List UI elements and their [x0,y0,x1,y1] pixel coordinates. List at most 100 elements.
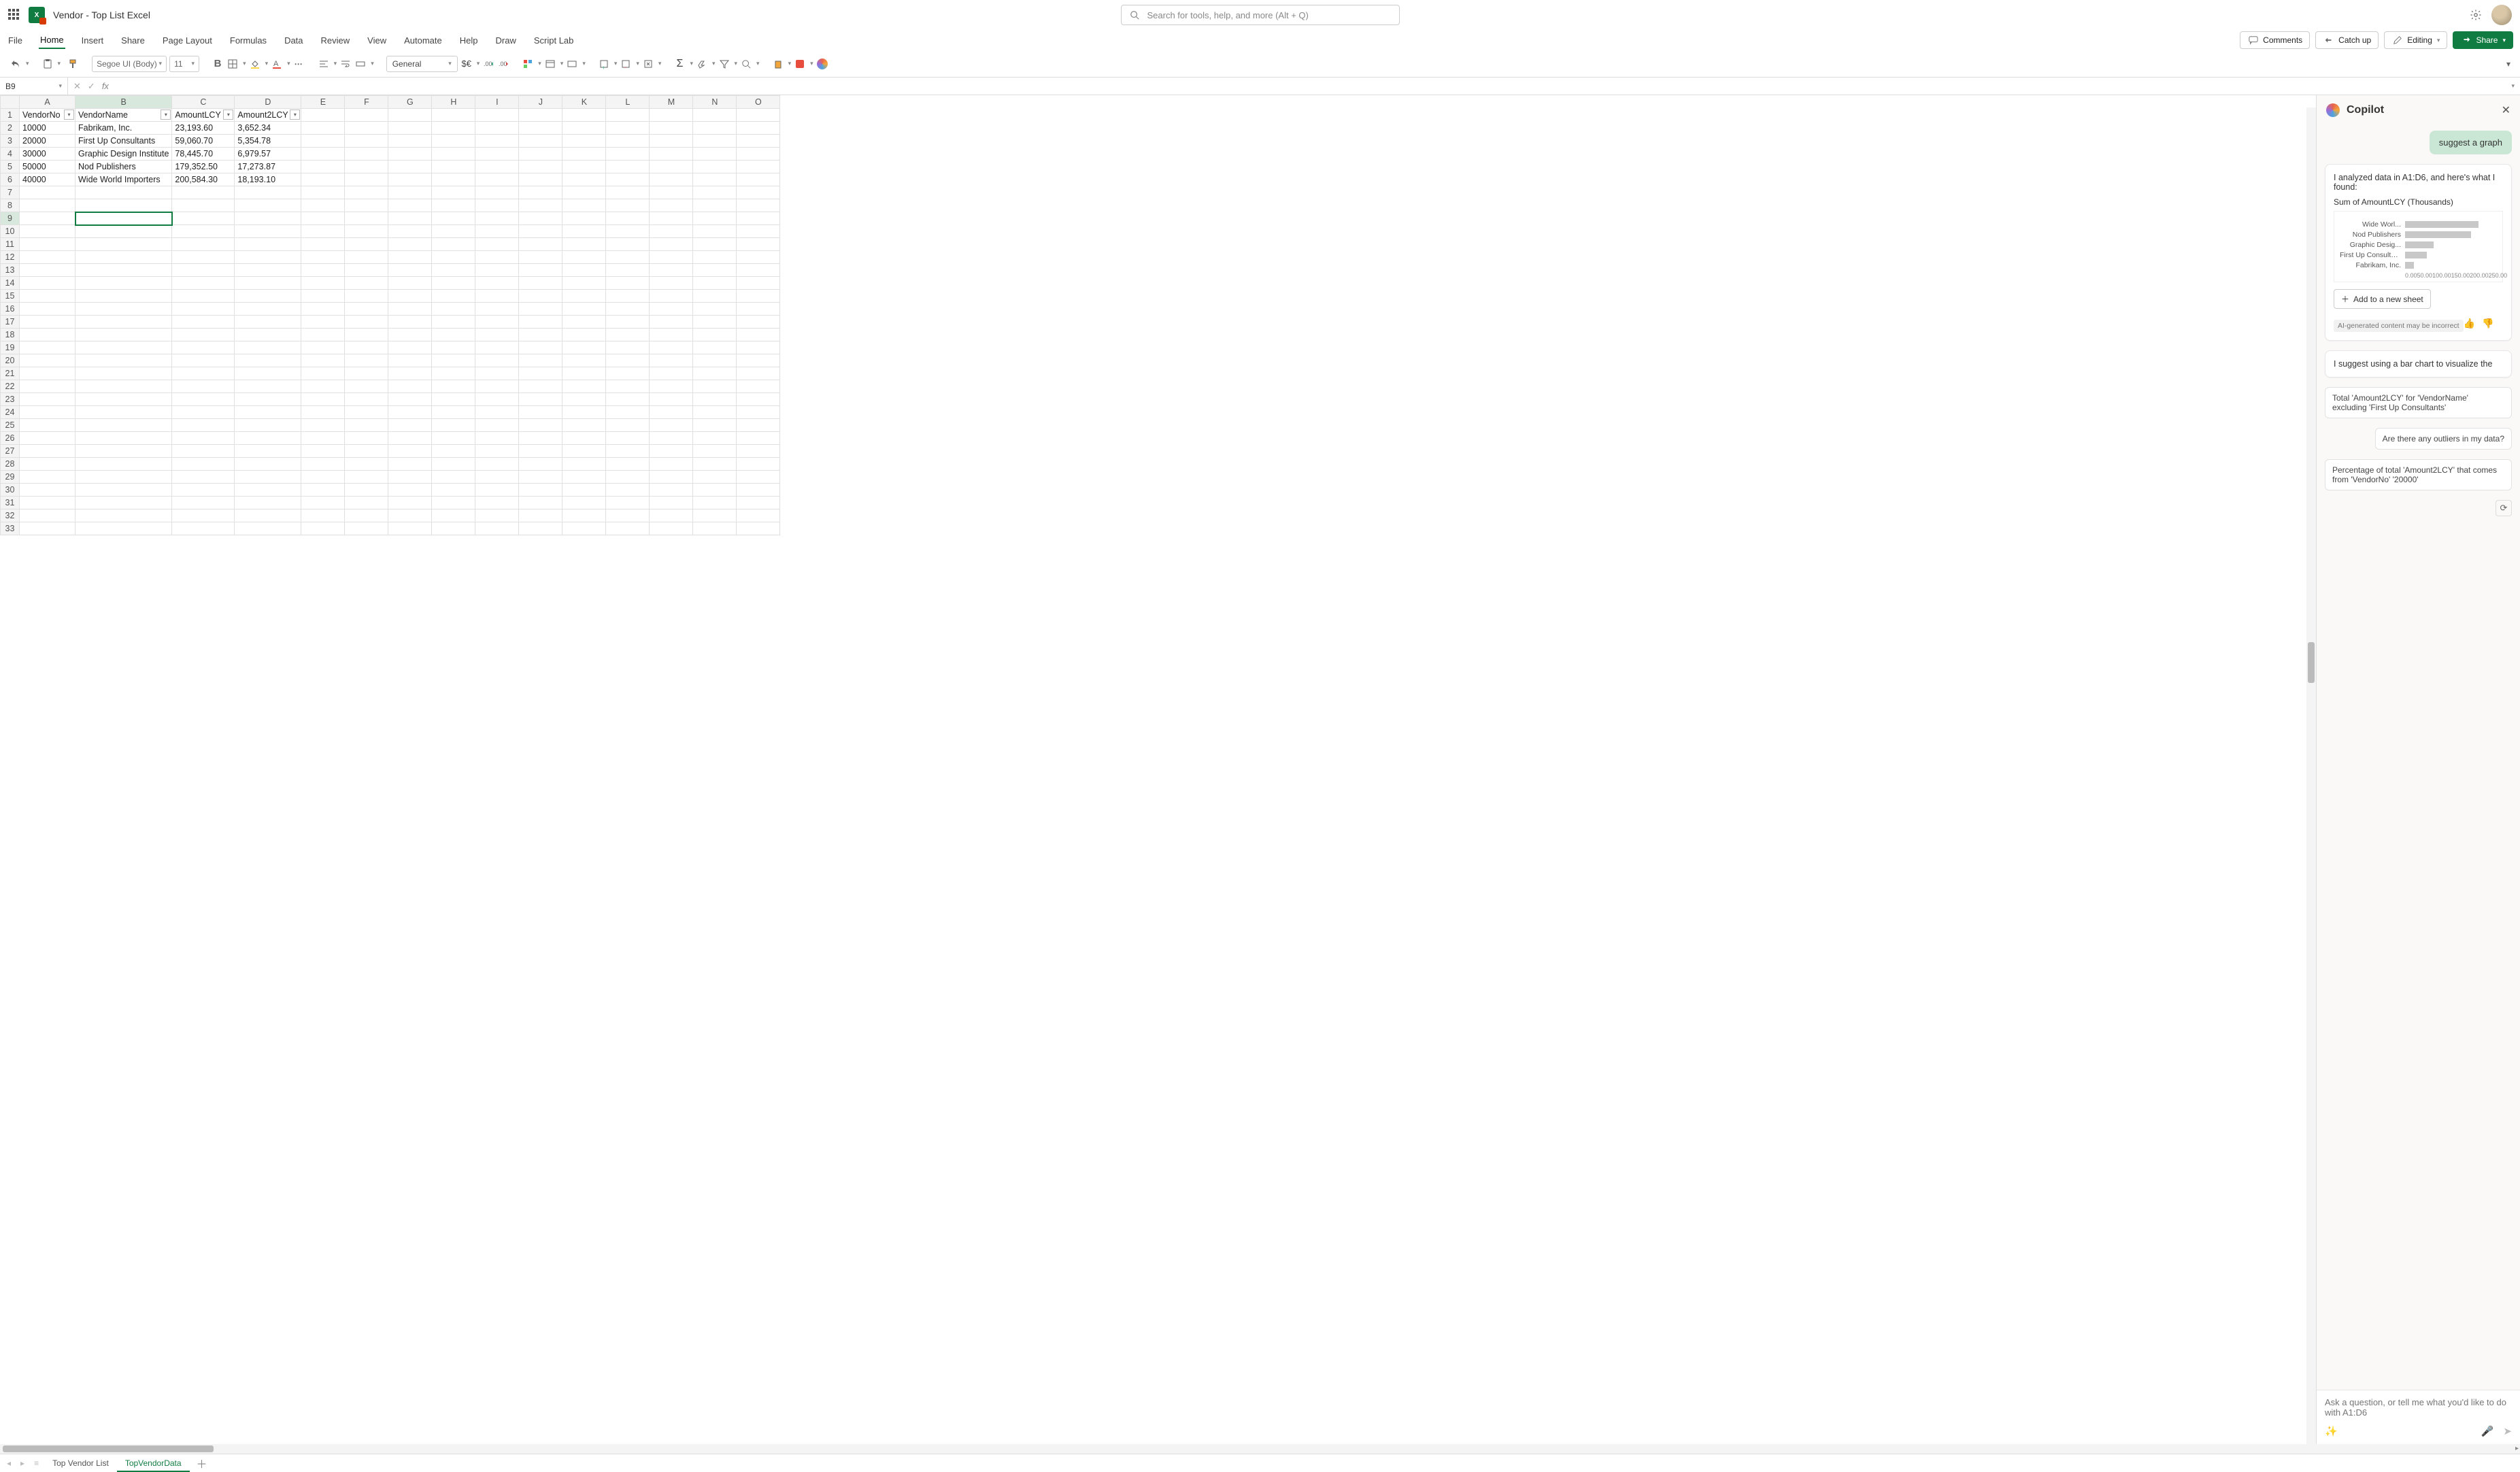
cell[interactable] [20,484,75,497]
cell[interactable] [562,406,606,419]
cell[interactable] [693,277,737,290]
cell[interactable] [475,458,519,471]
cell[interactable] [737,290,780,303]
refresh-icon[interactable]: ⟳ [2496,500,2512,516]
cell[interactable] [693,445,737,458]
cell[interactable] [737,445,780,458]
spreadsheet-grid[interactable]: ABCDEFGHIJKLMNO 1VendorNo▾VendorName▾Amo… [0,95,780,535]
cell[interactable] [20,458,75,471]
cell[interactable] [75,251,172,264]
cell[interactable] [235,251,301,264]
number-format-select[interactable]: General▾ [386,56,458,72]
cell[interactable] [235,186,301,199]
cell[interactable] [519,445,562,458]
cell[interactable] [20,186,75,199]
menu-home[interactable]: Home [39,32,65,49]
row-header[interactable]: 27 [1,445,20,458]
cell[interactable] [562,277,606,290]
cell[interactable] [737,367,780,380]
cell[interactable] [519,419,562,432]
cell[interactable] [388,109,432,122]
cell[interactable] [20,445,75,458]
cell[interactable] [235,238,301,251]
cell[interactable] [737,484,780,497]
cell[interactable] [693,316,737,329]
cell[interactable] [737,212,780,225]
cell[interactable] [172,522,235,535]
cell[interactable] [172,458,235,471]
cell[interactable] [301,238,345,251]
cell[interactable] [20,471,75,484]
autosum-icon[interactable]: Σ [673,58,686,70]
cell[interactable] [75,316,172,329]
cell[interactable] [562,212,606,225]
cell[interactable] [432,238,475,251]
cell[interactable] [693,484,737,497]
row-header[interactable]: 33 [1,522,20,535]
cell[interactable] [388,406,432,419]
row-header[interactable]: 32 [1,509,20,522]
cell[interactable] [75,367,172,380]
row-header[interactable]: 7 [1,186,20,199]
cell[interactable] [737,329,780,341]
row-header[interactable]: 5 [1,161,20,173]
cell[interactable] [693,458,737,471]
cell[interactable] [345,341,388,354]
cell[interactable] [75,484,172,497]
cell[interactable] [301,264,345,277]
cell[interactable] [737,264,780,277]
cell[interactable] [650,161,693,173]
cell[interactable] [606,329,650,341]
find-icon[interactable] [740,58,752,70]
cell[interactable] [388,432,432,445]
cell[interactable]: 18,193.10 [235,173,301,186]
cell[interactable] [693,432,737,445]
cell[interactable] [172,497,235,509]
cell[interactable] [388,303,432,316]
thumbs-down-icon[interactable]: 👎 [2482,318,2493,329]
cell[interactable] [650,458,693,471]
cell[interactable]: First Up Consultants [75,135,172,148]
cell[interactable] [345,161,388,173]
cell[interactable]: 179,352.50 [172,161,235,173]
cell[interactable] [345,199,388,212]
cell[interactable] [75,199,172,212]
cell[interactable] [301,290,345,303]
send-icon[interactable]: ➤ [2503,1425,2512,1437]
cell[interactable] [388,251,432,264]
cell[interactable] [20,419,75,432]
cell[interactable] [301,497,345,509]
sheet-tab[interactable]: TopVendorData [117,1456,190,1472]
row-header[interactable]: 20 [1,354,20,367]
cell[interactable] [475,173,519,186]
cell[interactable] [388,225,432,238]
cell[interactable] [693,380,737,393]
cell[interactable] [301,186,345,199]
filter-icon[interactable]: ▾ [223,110,233,120]
cell[interactable] [345,380,388,393]
cell[interactable] [693,522,737,535]
cell[interactable] [235,303,301,316]
cell[interactable] [301,509,345,522]
cell[interactable] [519,225,562,238]
cell[interactable] [606,354,650,367]
cell[interactable] [475,432,519,445]
cell[interactable] [519,393,562,406]
row-header[interactable]: 16 [1,303,20,316]
cell[interactable] [519,497,562,509]
menu-script-lab[interactable]: Script Lab [533,33,575,48]
cell[interactable] [606,471,650,484]
cell[interactable] [650,367,693,380]
cell[interactable] [20,522,75,535]
cell[interactable] [650,199,693,212]
menu-view[interactable]: View [366,33,388,48]
row-header[interactable]: 23 [1,393,20,406]
format-painter-icon[interactable] [67,58,80,70]
cell[interactable] [562,135,606,148]
cell[interactable] [172,471,235,484]
cell[interactable] [519,186,562,199]
cell[interactable] [301,225,345,238]
cell[interactable] [475,264,519,277]
cell[interactable] [345,367,388,380]
cell[interactable] [388,380,432,393]
